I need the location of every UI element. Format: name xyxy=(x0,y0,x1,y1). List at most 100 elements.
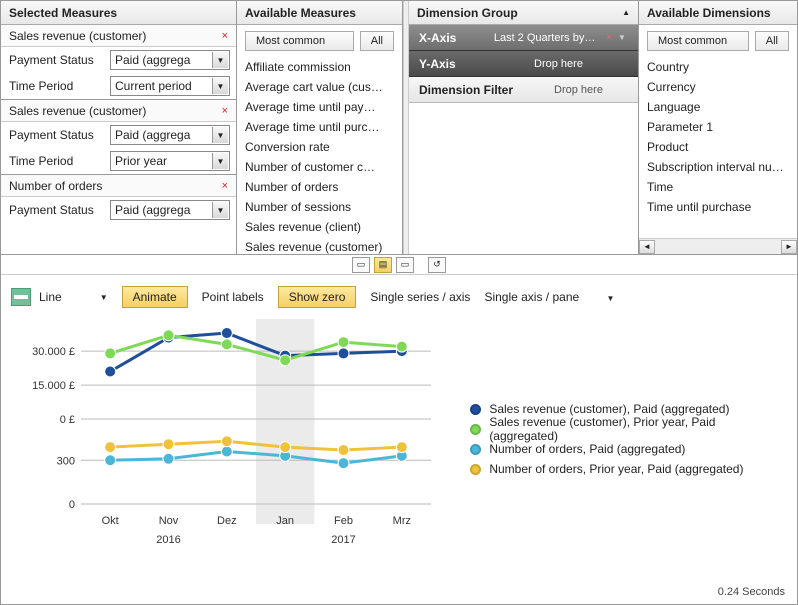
view-mode-3[interactable]: ▭ xyxy=(396,257,414,273)
param-label: Payment Status xyxy=(9,53,104,67)
param-combo[interactable]: Paid (aggrega▼ xyxy=(110,50,230,70)
available-measure-item[interactable]: Sales revenue (customer) xyxy=(237,237,402,254)
x-axis-row[interactable]: X-Axis Last 2 Quarters by… × ▼ xyxy=(409,25,638,51)
dimension-filter-label: Dimension Filter xyxy=(419,83,529,97)
legend-color-dot xyxy=(470,444,481,455)
available-dimension-item[interactable]: Country xyxy=(639,57,797,77)
legend-item: Sales revenue (customer), Prior year, Pa… xyxy=(470,419,787,439)
measure-group-heading: Sales revenue (customer) × xyxy=(1,25,236,47)
measures-filter-all[interactable]: All xyxy=(360,31,394,51)
param-combo[interactable]: Prior year▼ xyxy=(110,151,230,171)
view-mode-row: ▭ ▤ ▭ ↺ xyxy=(1,255,797,275)
available-measure-item[interactable]: Sales revenue (client) xyxy=(237,217,402,237)
available-dimensions-panel: Available Dimensions Most common All Cou… xyxy=(639,1,797,254)
dimensions-hscrollbar[interactable]: ◄ ► xyxy=(639,238,797,254)
measure-group-heading: Number of orders× xyxy=(1,175,236,197)
available-measure-item[interactable]: Affiliate commission xyxy=(237,57,402,77)
svg-text:30.000 £: 30.000 £ xyxy=(32,346,75,358)
measure-group-heading: Sales revenue (customer) × xyxy=(1,100,236,122)
dimensions-filter-mostcommon[interactable]: Most common xyxy=(647,31,749,51)
animate-toggle[interactable]: Animate xyxy=(122,286,188,308)
chevron-down-icon: ▼ xyxy=(212,127,228,143)
legend-color-dot xyxy=(470,424,481,435)
available-measure-item[interactable]: Number of orders xyxy=(237,177,402,197)
param-label: Time Period xyxy=(9,154,104,168)
available-measures-title: Available Measures xyxy=(245,1,356,25)
available-dimension-item[interactable]: Language xyxy=(639,97,797,117)
measure-param-row: Payment Status Paid (aggrega▼ xyxy=(1,47,236,73)
available-dimension-item[interactable]: Product xyxy=(639,137,797,157)
svg-text:Okt: Okt xyxy=(102,515,119,527)
available-measure-item[interactable]: Average cart value (cus… xyxy=(237,77,402,97)
legend-label: Number of orders, Paid (aggregated) xyxy=(489,442,685,456)
available-dimension-item[interactable]: Time xyxy=(639,177,797,197)
measures-filter-mostcommon[interactable]: Most common xyxy=(245,31,354,51)
svg-text:2017: 2017 xyxy=(331,534,355,546)
available-measure-item[interactable]: Average time until pay… xyxy=(237,97,402,117)
legend-color-dot xyxy=(470,464,481,475)
svg-text:0: 0 xyxy=(69,499,75,511)
svg-text:Nov: Nov xyxy=(159,515,179,527)
param-combo[interactable]: Paid (aggrega▼ xyxy=(110,125,230,145)
available-dimensions-header: Available Dimensions xyxy=(639,1,797,25)
scroll-left-icon[interactable]: ◄ xyxy=(639,240,655,254)
param-value: Paid (aggrega xyxy=(115,128,212,142)
selected-measures-title: Selected Measures xyxy=(9,1,117,25)
view-mode-1[interactable]: ▭ xyxy=(352,257,370,273)
chevron-down-icon: ▼ xyxy=(212,202,228,218)
param-value: Paid (aggrega xyxy=(115,203,212,217)
view-mode-2[interactable]: ▤ xyxy=(374,257,392,273)
available-measure-item[interactable]: Number of sessions xyxy=(237,197,402,217)
available-dimension-item[interactable]: Subscription interval numbe xyxy=(639,157,797,177)
x-axis-value: Last 2 Quarters by… xyxy=(489,32,600,44)
scroll-right-icon[interactable]: ► xyxy=(781,240,797,254)
measure-group-title: Sales revenue (customer) xyxy=(9,29,146,43)
measure-param-row: Payment StatusPaid (aggrega▼ xyxy=(1,197,236,223)
remove-measure-icon[interactable]: × xyxy=(222,180,228,192)
param-combo[interactable]: Current period▼ xyxy=(110,76,230,96)
y-axis-row[interactable]: Y-Axis Drop here xyxy=(409,51,638,77)
available-measure-item[interactable]: Average time until purc… xyxy=(237,117,402,137)
legend-label: Number of orders, Prior year, Paid (aggr… xyxy=(489,462,743,476)
chevron-down-icon: ▼ xyxy=(100,293,108,302)
point-labels-toggle[interactable]: Point labels xyxy=(202,290,264,304)
show-zero-toggle[interactable]: Show zero xyxy=(278,286,357,308)
dimension-group-body: X-Axis Last 2 Quarters by… × ▼ Y-Axis Dr… xyxy=(409,25,638,254)
available-measure-item[interactable]: Conversion rate xyxy=(237,137,402,157)
available-measure-item[interactable]: Number of customer c… xyxy=(237,157,402,177)
param-value: Paid (aggrega xyxy=(115,53,212,67)
available-dimension-item[interactable]: Time until purchase xyxy=(639,197,797,217)
available-measures-panel: Available Measures Most common All Affil… xyxy=(237,1,403,254)
collapse-icon[interactable]: ▲ xyxy=(622,1,630,25)
remove-measure-icon[interactable]: × xyxy=(222,30,228,42)
svg-text:Dez: Dez xyxy=(217,515,237,527)
legend-item: Number of orders, Prior year, Paid (aggr… xyxy=(470,459,787,479)
measure-param-row: Payment StatusPaid (aggrega▼ xyxy=(1,122,236,148)
param-combo[interactable]: Paid (aggrega▼ xyxy=(110,200,230,220)
chart-legend: Sales revenue (customer), Paid (aggregat… xyxy=(450,319,787,564)
dimensions-filter-all[interactable]: All xyxy=(755,31,789,51)
chart-area: Line ▼ Animate Point labels Show zero Si… xyxy=(1,275,797,604)
dimension-filter-value: Drop here xyxy=(529,84,628,96)
svg-text:2016: 2016 xyxy=(156,534,180,546)
available-dimension-item[interactable]: Parameter 1 xyxy=(639,117,797,137)
measure-param-row: Time Period Current period▼ xyxy=(1,73,236,99)
chevron-down-icon: ▼ xyxy=(212,52,228,68)
svg-text:Feb: Feb xyxy=(334,515,353,527)
chart-type-combo[interactable]: Line ▼ xyxy=(11,288,108,306)
x-axis-remove-icon[interactable]: × xyxy=(606,32,612,43)
view-mode-refresh[interactable]: ↺ xyxy=(428,257,446,273)
x-axis-dropdown-icon[interactable]: ▼ xyxy=(616,33,628,42)
chart-type-label: Line xyxy=(39,290,62,304)
available-dimension-item[interactable]: Currency xyxy=(639,77,797,97)
y-axis-label: Y-Axis xyxy=(419,57,489,71)
svg-text:Mrz: Mrz xyxy=(393,515,411,527)
dimension-filter-row[interactable]: Dimension Filter Drop here xyxy=(409,77,638,103)
series-mode-label[interactable]: Single series / axis xyxy=(370,290,470,304)
dimension-group-title: Dimension Group xyxy=(417,1,518,25)
measure-group-title: Sales revenue (customer) xyxy=(9,104,146,118)
pane-mode-combo[interactable]: Single axis / pane ▼ xyxy=(484,290,614,304)
y-axis-value: Drop here xyxy=(489,58,628,70)
remove-measure-icon[interactable]: × xyxy=(222,105,228,117)
param-label: Time Period xyxy=(9,79,104,93)
